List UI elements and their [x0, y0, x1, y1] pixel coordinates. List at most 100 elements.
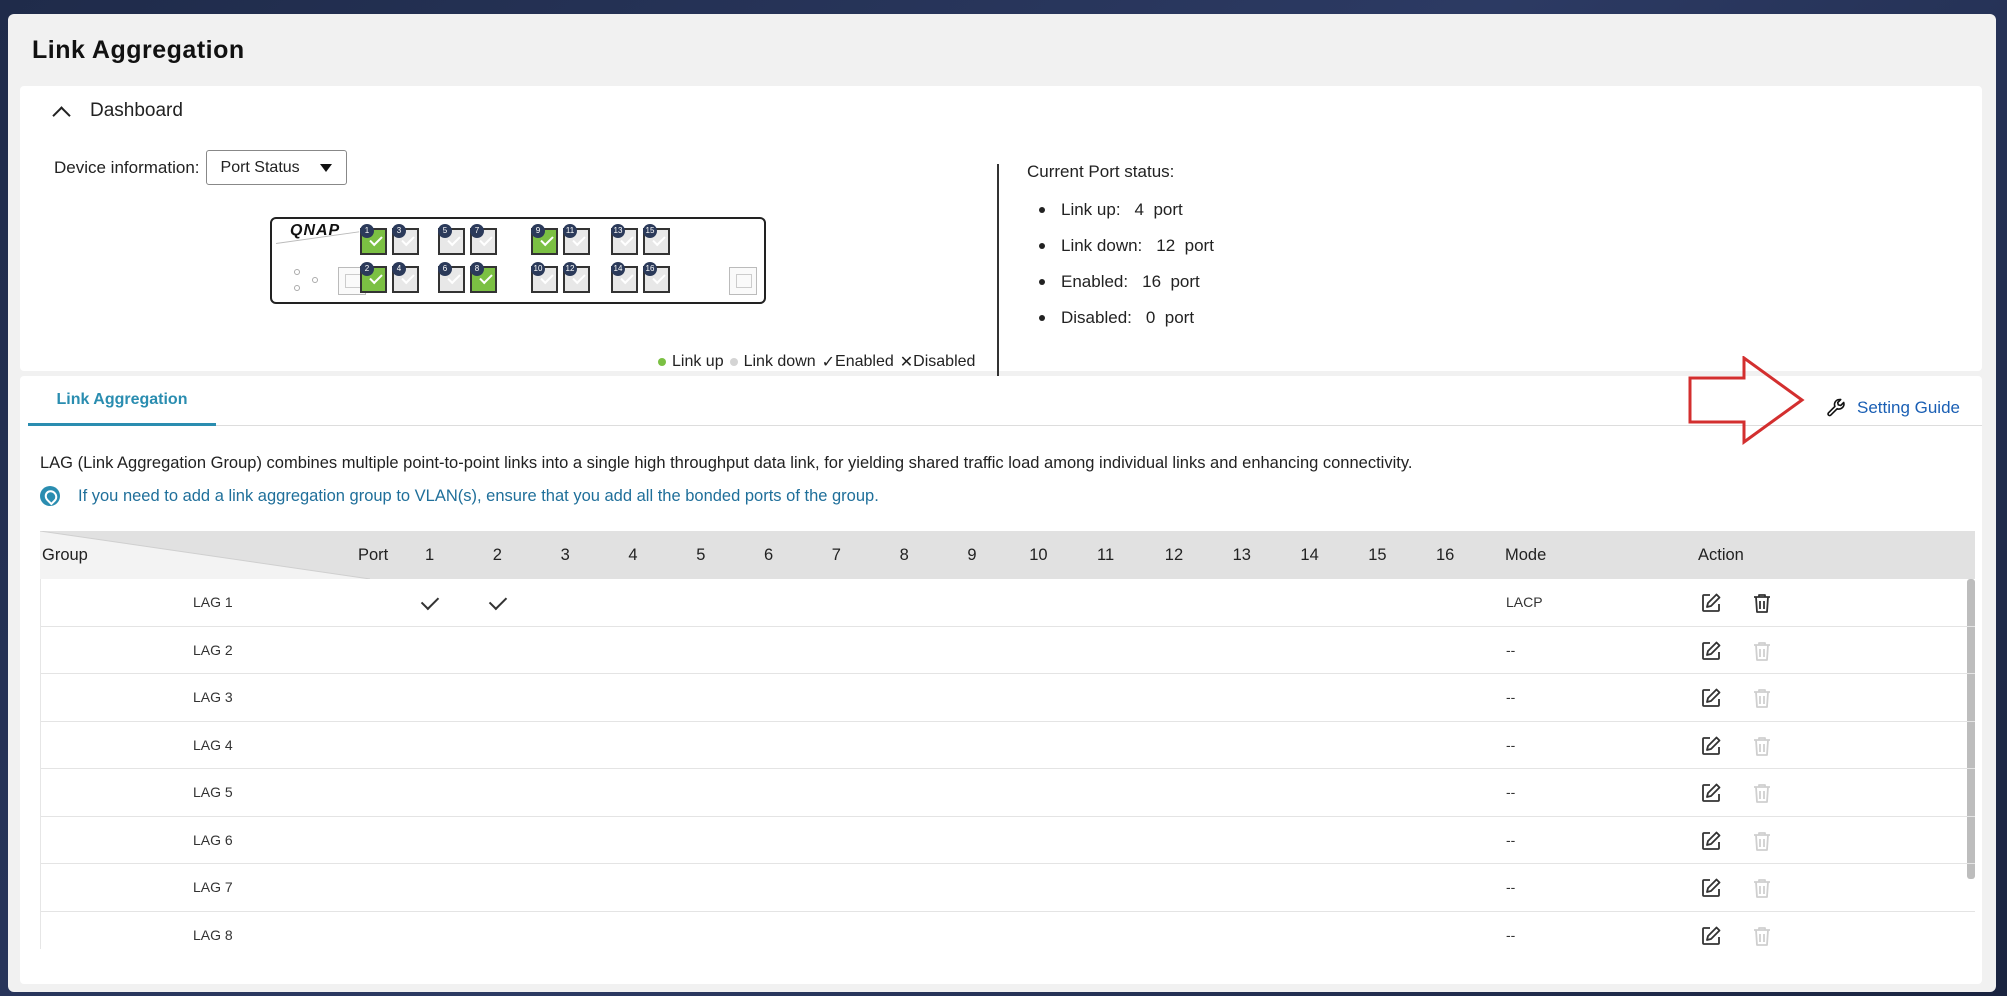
- edit-icon[interactable]: [1700, 877, 1722, 899]
- switch-port-14[interactable]: 14: [611, 262, 638, 293]
- group-name: LAG 7: [193, 879, 233, 895]
- col-port-1: 1: [425, 546, 435, 564]
- edit-icon[interactable]: [1700, 735, 1722, 757]
- port-status-title: Current Port status:: [1027, 162, 1175, 181]
- arrow-annotation: [1688, 356, 1805, 445]
- switch-port-8[interactable]: 8: [470, 262, 497, 293]
- port-status-list: Link up: 4 port Link down: 12 port Enabled…: [1027, 192, 1214, 336]
- cross-icon: ✕: [899, 354, 914, 371]
- port-number: 12: [563, 262, 577, 276]
- port-number: 15: [643, 224, 657, 238]
- switch-port-1[interactable]: 1: [360, 224, 387, 255]
- status-label: Disabled:: [1061, 308, 1132, 327]
- link-aggregation-panel: Link Aggregation Setting Guide LAG (Link…: [20, 376, 1982, 984]
- port-status: Current Port status: Link up: 4 port Link…: [1027, 162, 1214, 336]
- delete-icon[interactable]: [1751, 640, 1773, 662]
- group-name: LAG 8: [193, 926, 233, 943]
- delete-icon[interactable]: [1751, 925, 1773, 947]
- vlan-note: If you need to add a link aggregation gr…: [40, 486, 879, 506]
- group-name: LAG 5: [193, 784, 233, 800]
- legend-link-up: Link up: [672, 353, 724, 370]
- table-row: LAG 4 --: [41, 722, 1975, 769]
- delete-icon[interactable]: [1751, 592, 1773, 614]
- port-status-item: Enabled: 16 port: [1027, 264, 1214, 300]
- caret-down-icon: [319, 164, 332, 172]
- link-up-dot: [658, 358, 666, 366]
- delete-icon[interactable]: [1751, 877, 1773, 899]
- status-label: Link down:: [1061, 236, 1143, 255]
- edit-icon[interactable]: [1700, 640, 1722, 662]
- edit-icon[interactable]: [1700, 592, 1722, 614]
- port-number: 11: [563, 224, 577, 238]
- switch-port-10[interactable]: 10: [531, 262, 558, 293]
- group-mode: LACP: [1506, 594, 1543, 610]
- port-number: 14: [611, 262, 625, 276]
- switch-port-15[interactable]: 15: [643, 224, 670, 255]
- tab-link-aggregation[interactable]: Link Aggregation: [28, 376, 216, 426]
- port-member-check-icon: [422, 593, 440, 611]
- table-row: LAG 1 LACP: [41, 579, 1975, 627]
- col-port: Port: [358, 546, 389, 564]
- port-member-check-icon: [490, 593, 508, 611]
- port-number: 10: [531, 262, 545, 276]
- group-name: LAG 1: [193, 594, 233, 610]
- group-mode: --: [1506, 641, 1516, 658]
- switch-port-3[interactable]: 3: [392, 224, 419, 255]
- edit-icon[interactable]: [1700, 925, 1722, 947]
- switch-port-7[interactable]: 7: [470, 224, 497, 255]
- legend-enabled: Enabled: [835, 353, 894, 370]
- col-port-16: 16: [1436, 546, 1455, 564]
- switch-port-9[interactable]: 9: [531, 224, 558, 255]
- edit-icon[interactable]: [1700, 782, 1722, 804]
- col-port-5: 5: [696, 546, 706, 564]
- dashboard-toggle[interactable]: Dashboard: [52, 100, 183, 122]
- status-label: Link up:: [1061, 200, 1121, 219]
- switch-port-4[interactable]: 4: [392, 262, 419, 293]
- switch-port-6[interactable]: 6: [438, 262, 465, 293]
- col-port-14: 14: [1300, 546, 1319, 564]
- delete-icon[interactable]: [1751, 830, 1773, 852]
- status-value: 0 port: [1145, 308, 1195, 327]
- device-info-label: Device information:: [54, 157, 200, 177]
- switch-port-5[interactable]: 5: [438, 224, 465, 255]
- group-name: LAG 4: [193, 736, 233, 753]
- header-diagonal: [40, 531, 370, 579]
- group-mode: --: [1506, 831, 1516, 848]
- col-port-7: 7: [831, 546, 841, 564]
- hint-icon: [40, 486, 60, 506]
- port-number: 8: [470, 262, 484, 276]
- col-port-12: 12: [1164, 546, 1184, 564]
- lag-description: LAG (Link Aggregation Group) combines mu…: [40, 454, 1413, 472]
- col-port-4: 4: [628, 546, 638, 564]
- delete-icon[interactable]: [1751, 782, 1773, 804]
- device-info-select[interactable]: Port Status: [205, 150, 347, 185]
- port-status-item: Disabled: 0 port: [1027, 300, 1214, 336]
- col-port-9: 9: [967, 546, 977, 564]
- edit-icon[interactable]: [1700, 830, 1722, 852]
- switch-port-13[interactable]: 13: [611, 224, 638, 255]
- edit-icon[interactable]: [1700, 687, 1722, 709]
- group-mode: --: [1506, 689, 1516, 705]
- switch-port-12[interactable]: 12: [563, 262, 590, 293]
- table-row: LAG 3 --: [41, 674, 1975, 722]
- group-mode: --: [1506, 784, 1516, 800]
- setting-guide-link[interactable]: Setting Guide: [1825, 396, 1960, 420]
- col-port-2: 2: [492, 546, 502, 564]
- port-number: 13: [611, 224, 625, 238]
- check-icon: ✓: [821, 354, 836, 371]
- status-label: Enabled:: [1061, 272, 1129, 291]
- group-mode: --: [1506, 736, 1516, 753]
- switch-diagram: QNAP 1 3 5 7 9 11 13 15 2 4 6 8 10 12 14 16: [270, 217, 766, 304]
- switch-port-16[interactable]: 16: [643, 262, 670, 293]
- table-row: LAG 5 --: [41, 769, 1975, 817]
- page-title: Link Aggregation: [32, 36, 245, 64]
- app-window: Link Aggregation Dashboard Device inform…: [8, 14, 1996, 992]
- switch-port-2[interactable]: 2: [360, 262, 387, 293]
- delete-icon[interactable]: [1751, 687, 1773, 709]
- switch-port-11[interactable]: 11: [563, 224, 590, 255]
- device-info: Device information: Port Status: [54, 150, 347, 185]
- chevron-up-icon[interactable]: [52, 103, 68, 119]
- col-group: Group: [42, 546, 88, 564]
- col-port-15: 15: [1368, 546, 1387, 564]
- delete-icon[interactable]: [1751, 735, 1773, 757]
